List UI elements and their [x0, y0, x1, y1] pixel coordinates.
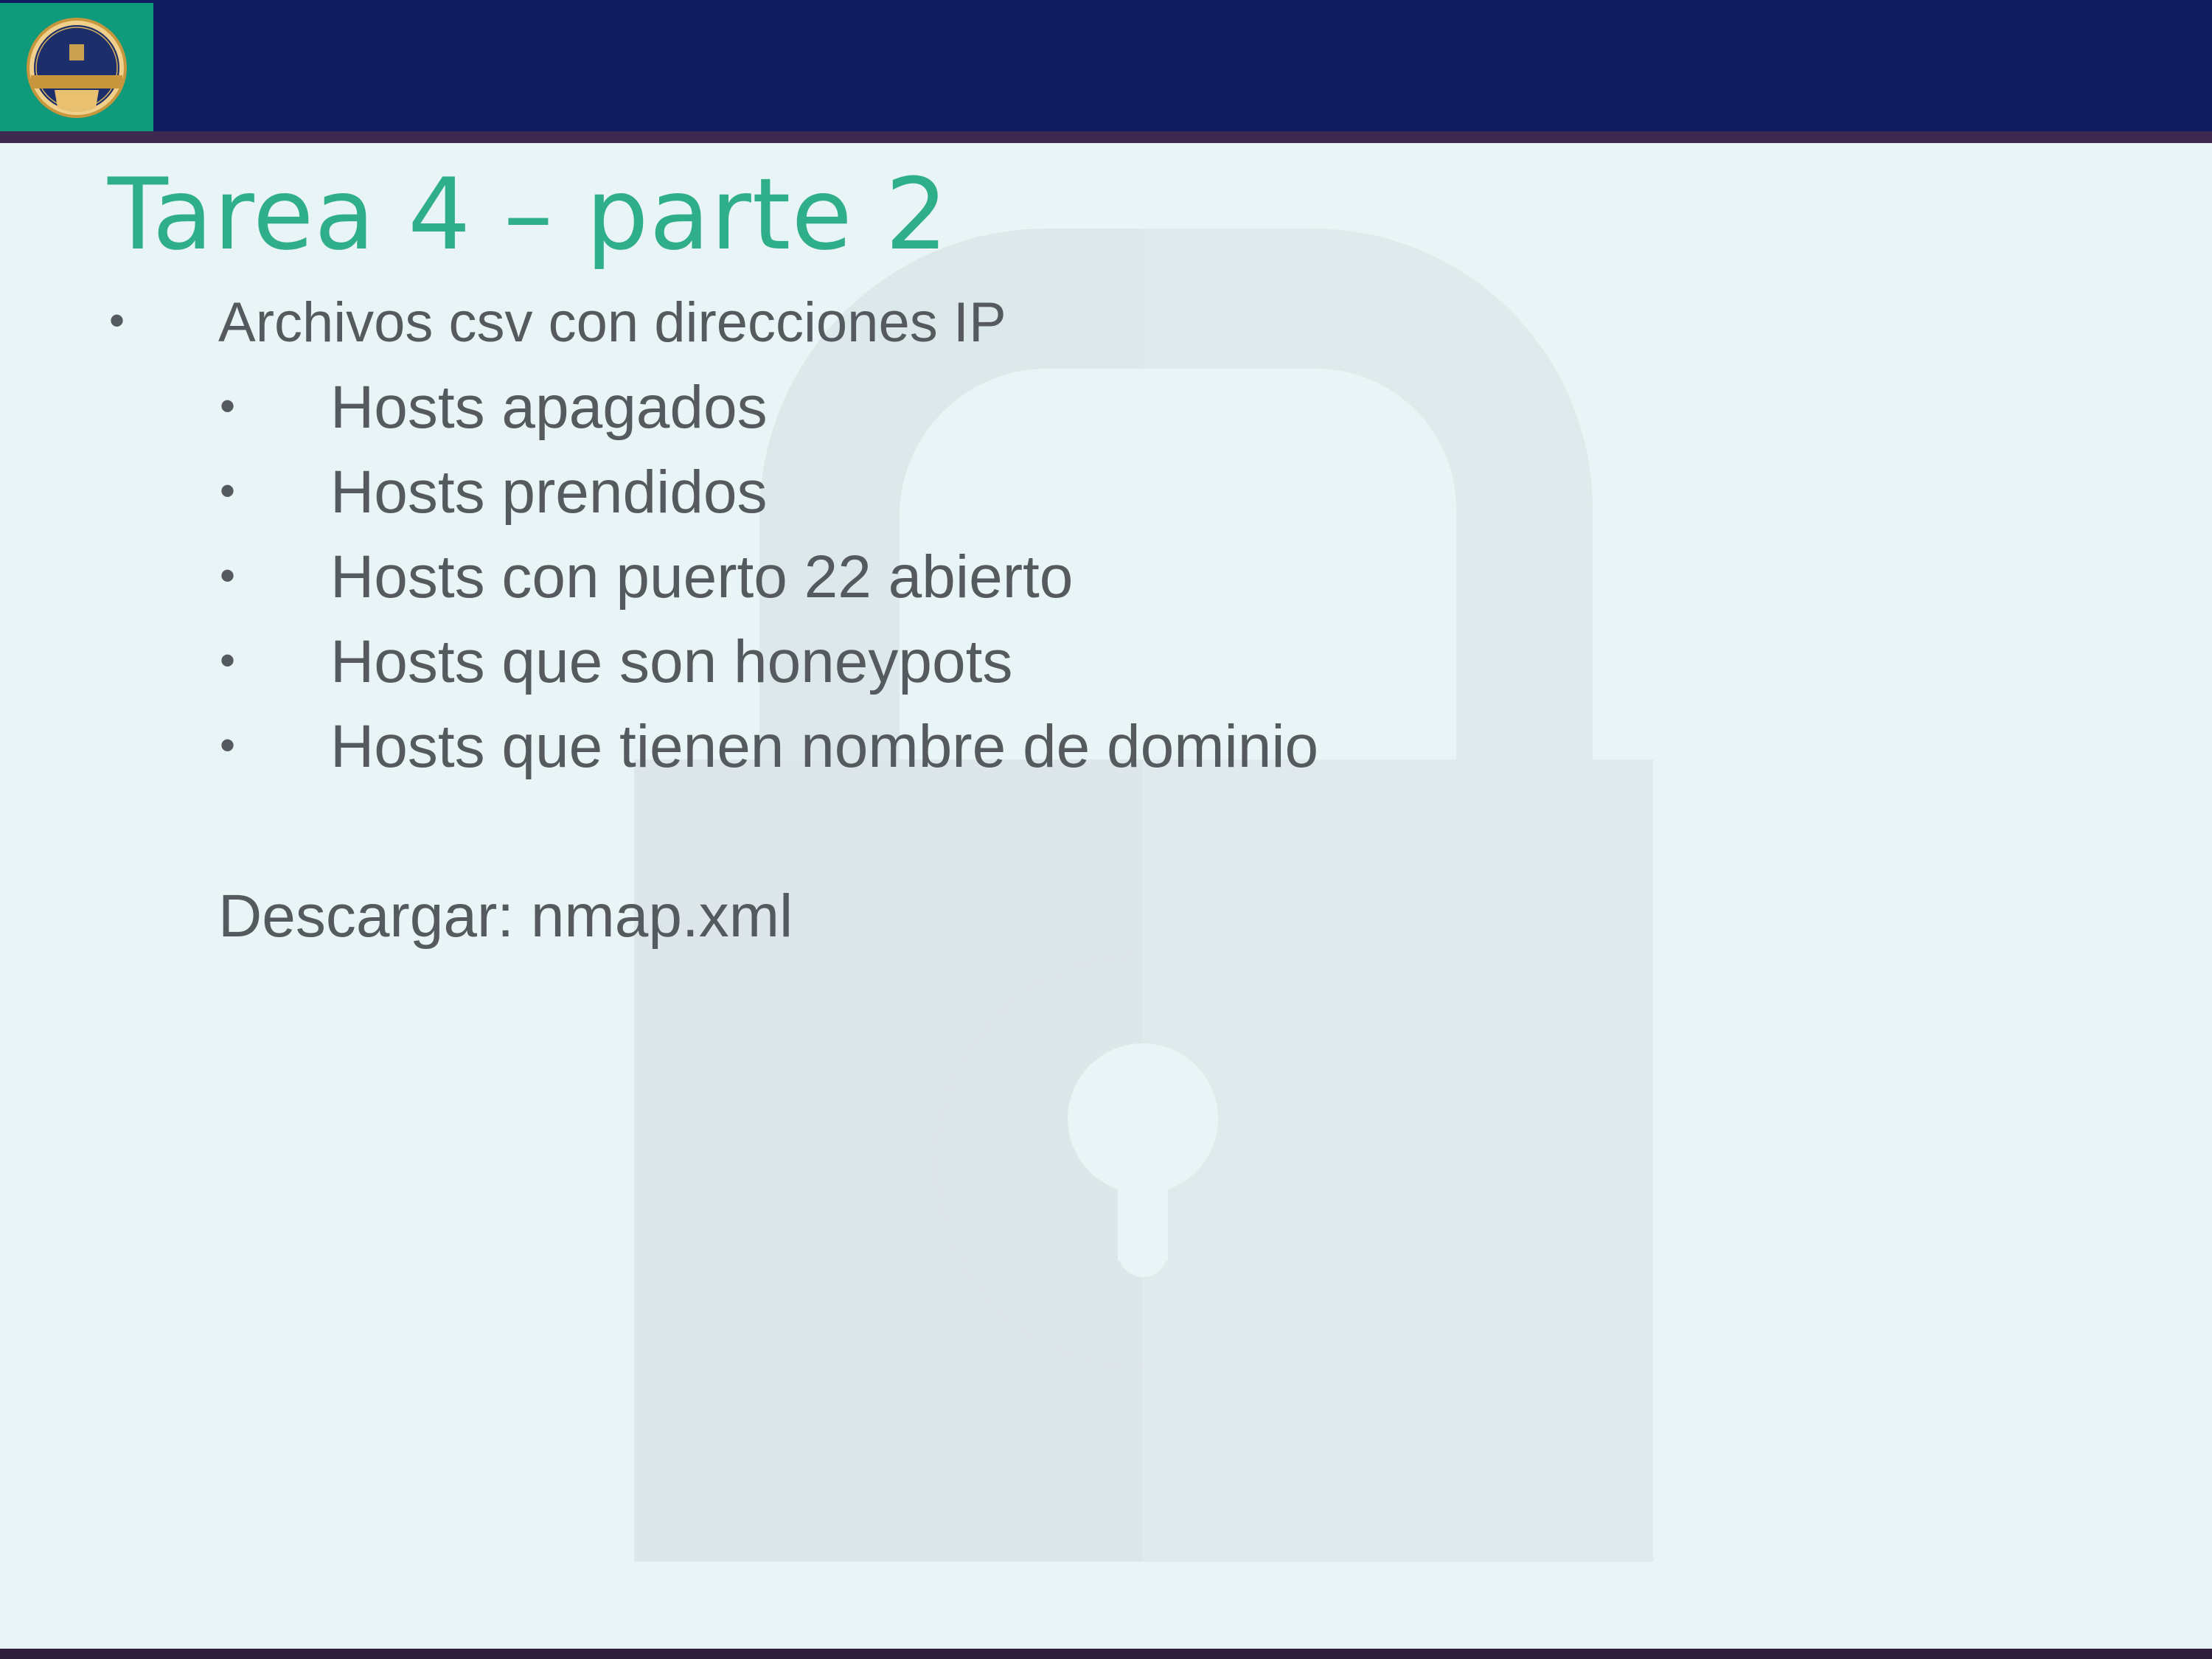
- bullet-item: Archivos csv con direcciones IP: [218, 291, 1006, 354]
- download-label: Descargar: nmap.xml: [218, 883, 793, 950]
- slide-content: • Archivos csv con direcciones IP • Host…: [0, 0, 2212, 1659]
- bullet-marker: •: [220, 381, 236, 431]
- footer-rule: [0, 1649, 2212, 1659]
- sub-bullet-item: Hosts apagados: [330, 374, 768, 441]
- sub-bullet-item: Hosts que tienen nombre de dominio: [330, 713, 1319, 780]
- sub-bullet-item: Hosts que son honeypots: [330, 628, 1013, 695]
- sub-bullet-item: Hosts con puerto 22 abierto: [330, 543, 1074, 611]
- slide: Tarea 4 – parte 2 • Archivos csv con dir…: [0, 0, 2212, 1659]
- bullet-marker: •: [220, 466, 236, 515]
- bullet-marker: •: [220, 636, 236, 685]
- bullet-marker: •: [109, 296, 125, 345]
- sub-bullet-item: Hosts prendidos: [330, 459, 768, 526]
- bullet-marker: •: [220, 551, 236, 600]
- bullet-marker: •: [220, 720, 236, 770]
